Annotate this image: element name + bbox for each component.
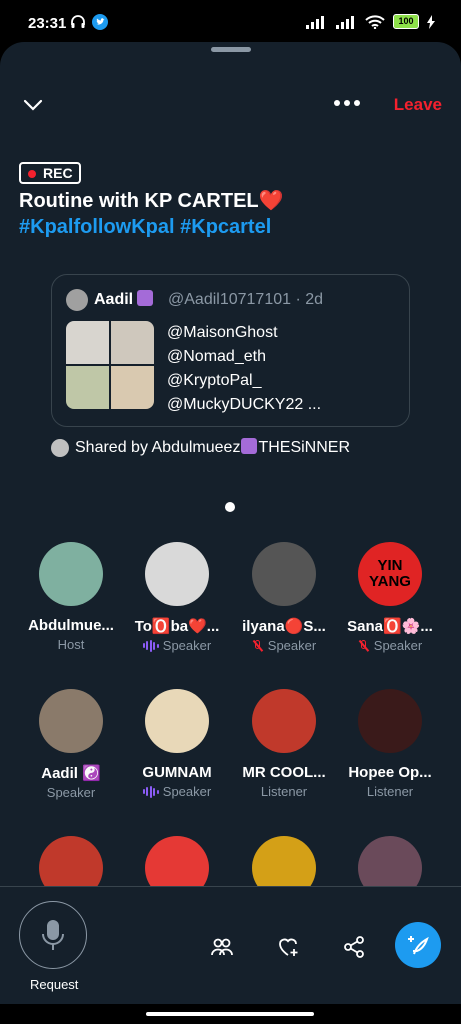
participant[interactable]: Aadil ☯️ Speaker [16, 689, 126, 800]
role-label: Speaker [373, 638, 423, 653]
tweet-line: @KryptoPal_ [167, 372, 262, 389]
participant-name: Aadil ☯️ [41, 765, 101, 782]
share-icon[interactable] [342, 935, 366, 959]
avatar [145, 542, 209, 606]
status-left-icons [70, 14, 108, 30]
space-hashtags[interactable]: #KpalfollowKpal #Kpcartel [19, 216, 271, 239]
participant[interactable]: YIN YANG Sana🅾️🌸... Speaker [335, 542, 445, 653]
tweet-line: @MuckyDUCKY22 ... [167, 396, 322, 413]
speaking-wave-icon [142, 785, 159, 798]
participant[interactable]: Abdulmue... Host [16, 542, 126, 652]
muted-mic-icon [252, 639, 264, 652]
space-sheet: Leave REC Routine with KP CARTEL❤️ #Kpal… [0, 42, 461, 1004]
avatar [252, 542, 316, 606]
participant-role: Listener [229, 784, 339, 799]
space-title: Routine with KP CARTEL❤️ [19, 190, 284, 212]
tweet-media[interactable] [66, 321, 154, 409]
twitter-bird-icon [92, 14, 108, 30]
tweet-line: @Nomad_eth [167, 348, 266, 365]
speaking-wave-icon [142, 639, 159, 652]
role-label: Speaker [162, 638, 212, 653]
participant[interactable]: To🅾️ba❤️... Speaker [122, 542, 232, 653]
participant-role: Listener [335, 784, 445, 799]
more-options-icon[interactable] [334, 100, 360, 106]
avatar [51, 438, 69, 457]
feather-plus-icon [408, 936, 429, 955]
heart-plus-icon[interactable] [276, 935, 300, 959]
participant[interactable]: GUMNAM Speaker [122, 689, 232, 799]
role-label: Listener [260, 784, 308, 799]
participant[interactable]: MR COOL... Listener [229, 689, 339, 799]
avatar-text: YIN YANG [369, 557, 411, 590]
role-label: Host [57, 637, 85, 652]
shared-by-prefix: Shared by Abdulmueez [75, 439, 241, 456]
avatar [66, 289, 88, 311]
participant-name: Hopee Op... [348, 764, 432, 781]
home-indicator[interactable] [146, 1012, 314, 1016]
chevron-down-icon[interactable] [22, 94, 44, 116]
participant-name: ilyana🔴S... [242, 618, 326, 635]
system-nav-bar [0, 1004, 461, 1024]
participant-role: Speaker [335, 638, 445, 653]
role-label: Speaker [162, 784, 212, 799]
microphone-icon [42, 920, 64, 950]
signal-icon [306, 15, 324, 29]
avatar [39, 542, 103, 606]
avatar [145, 689, 209, 753]
status-time: 23:31 [28, 15, 67, 32]
tweet-handle: @Aadil10717101 · 2d [168, 291, 324, 308]
participant-role: Speaker [16, 785, 126, 800]
avatar [252, 689, 316, 753]
people-icon[interactable] [210, 935, 234, 959]
tweet-author: Aadil [94, 290, 154, 309]
participant-role: Speaker [229, 638, 339, 653]
role-label: Listener [366, 784, 414, 799]
shared-by: Shared by Abdulmueez THESiNNER [51, 438, 350, 457]
participant[interactable]: ilyana🔴S... Speaker [229, 542, 339, 653]
participant-name: MR COOL... [242, 764, 326, 781]
signal-icon-2 [336, 15, 354, 29]
tweet-text: @MaisonGhost @Nomad_eth @KryptoPal_ @Muc… [167, 321, 321, 417]
avatar [358, 689, 422, 753]
status-bar: 23:31 100 [0, 0, 461, 42]
battery-indicator: 100 [393, 14, 419, 29]
rec-badge: REC [19, 162, 81, 184]
participant-role: Host [16, 637, 126, 652]
leave-button[interactable]: Leave [394, 95, 442, 115]
shared-by-suffix: THESiNNER [258, 439, 351, 456]
role-label: Speaker [267, 638, 317, 653]
participant-name: Abdulmue... [28, 617, 114, 634]
role-label: Speaker [46, 785, 96, 800]
page-indicator [225, 502, 235, 512]
avatar: YIN YANG [358, 542, 422, 606]
participant-name: GUMNAM [142, 764, 212, 781]
yin-yang-badge-icon [241, 438, 258, 454]
participant-role: Speaker [122, 784, 232, 799]
wifi-icon [365, 14, 385, 29]
participant[interactable]: Hopee Op... Listener [335, 689, 445, 799]
headphones-icon [71, 15, 85, 28]
muted-mic-icon [358, 639, 370, 652]
request-label: Request [30, 977, 79, 992]
avatar [39, 689, 103, 753]
participant-name: Sana🅾️🌸... [347, 618, 433, 635]
status-right-icons: 100 [305, 14, 435, 29]
drag-handle[interactable] [211, 47, 251, 52]
tweet-line: @MaisonGhost [167, 324, 278, 341]
bottom-bar: Request [0, 886, 461, 1004]
charging-icon [427, 14, 435, 29]
request-mic-button[interactable] [19, 901, 87, 969]
pinned-tweet[interactable]: Aadil @Aadil10717101 · 2d @MaisonGhost @… [51, 274, 410, 427]
compose-tweet-button[interactable] [395, 922, 441, 968]
yin-yang-badge-icon [137, 290, 154, 306]
participant-role: Speaker [122, 638, 232, 653]
participant-name: To🅾️ba❤️... [134, 618, 220, 635]
